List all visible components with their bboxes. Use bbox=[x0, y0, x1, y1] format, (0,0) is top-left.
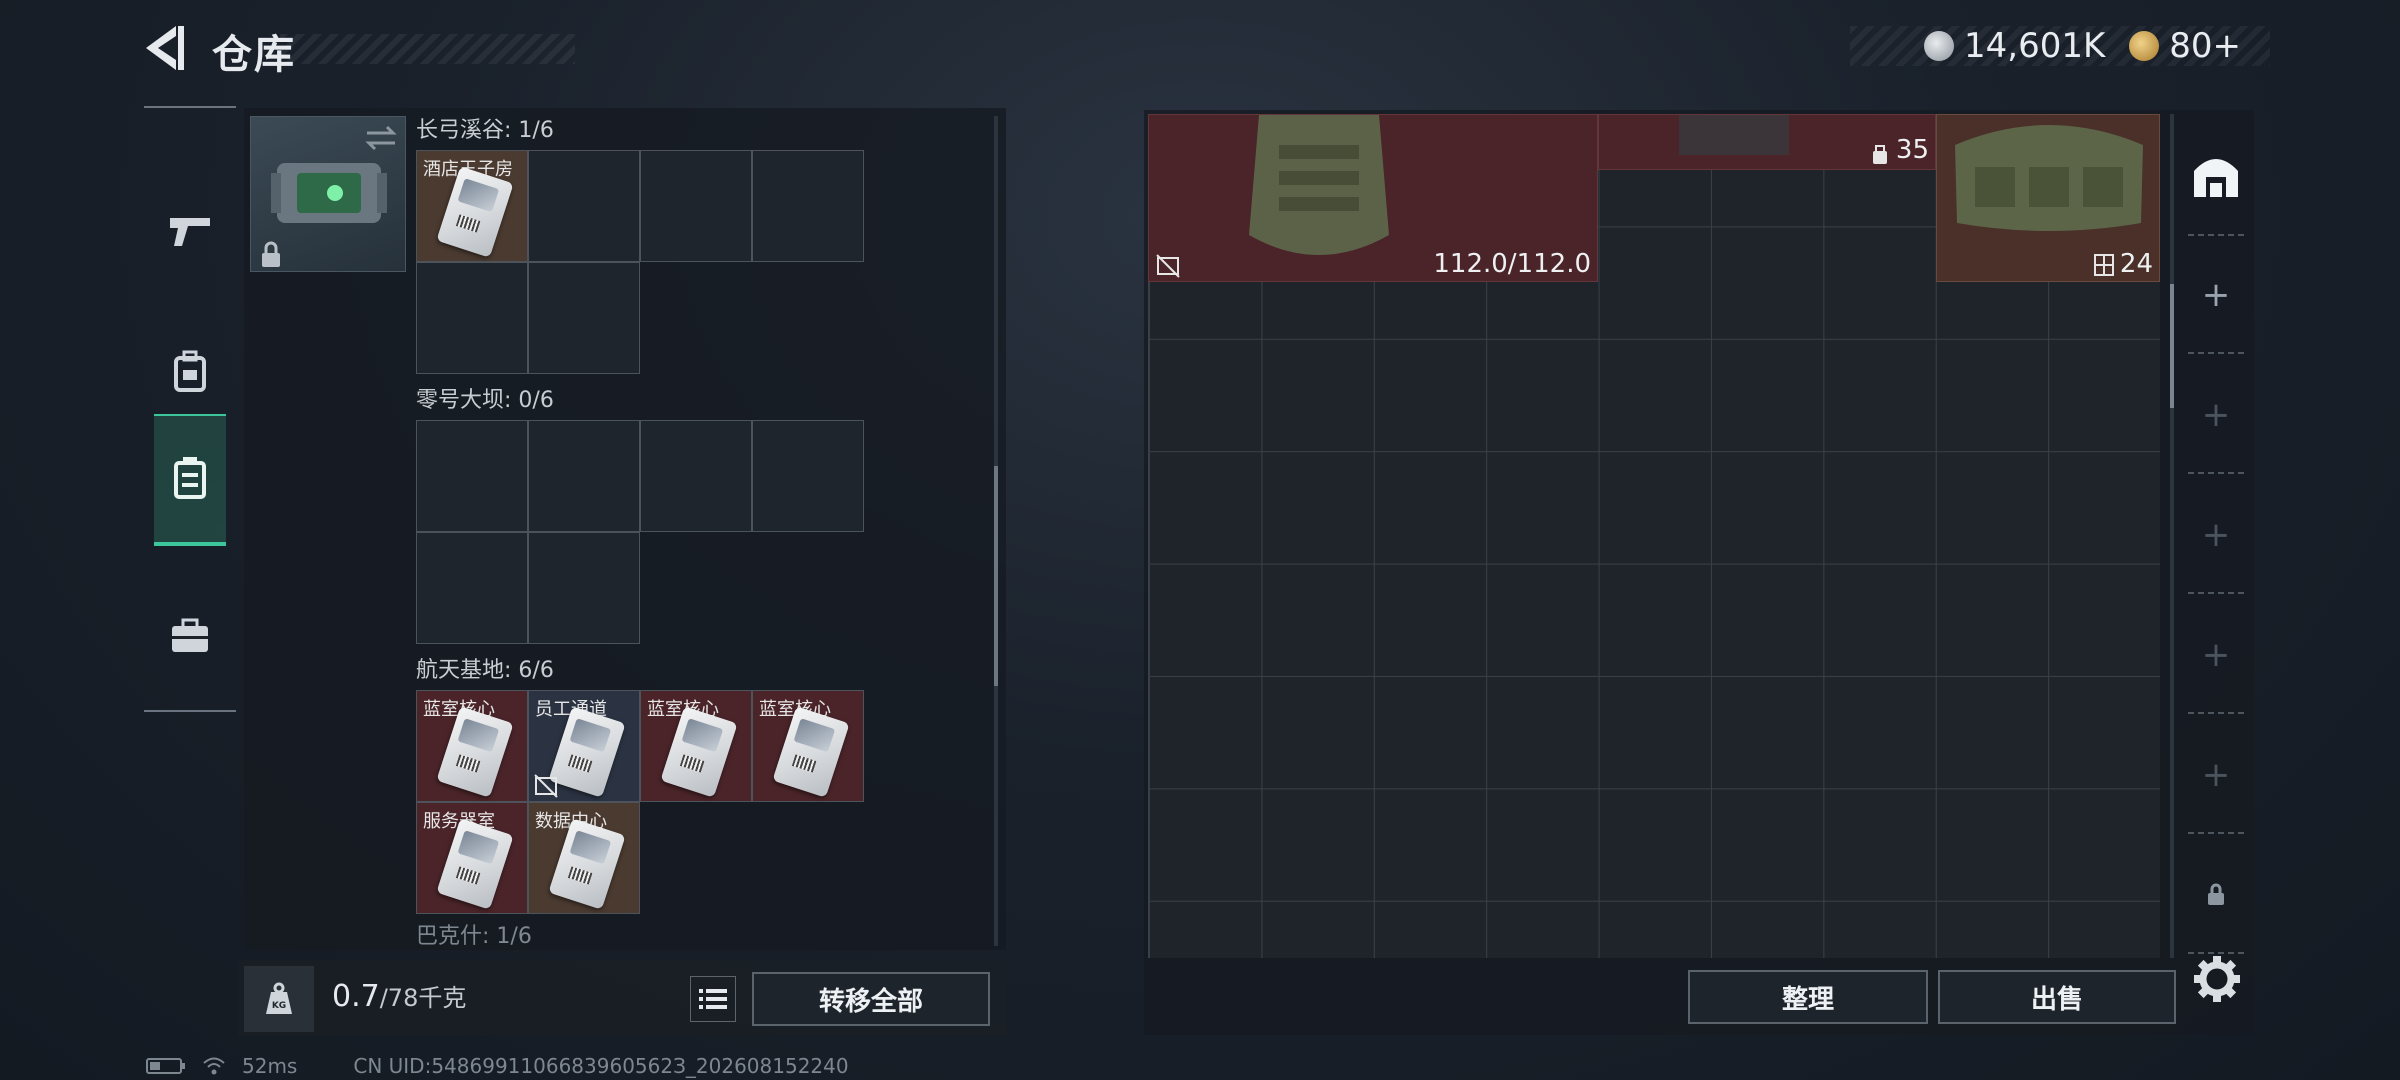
stash-item[interactable]: 35 bbox=[1598, 114, 1936, 170]
no-insure-icon bbox=[534, 774, 558, 798]
nav-item-weapons[interactable] bbox=[154, 166, 226, 298]
ping-value: 52ms bbox=[242, 1054, 298, 1078]
nav-item-containers[interactable] bbox=[154, 414, 226, 546]
duffel-bag-item[interactable]: 24 bbox=[1936, 114, 2160, 282]
container-icon bbox=[174, 457, 206, 499]
keycard-slot[interactable]: 数据中心 bbox=[528, 802, 640, 914]
stash-scrollbar-track[interactable] bbox=[2170, 114, 2174, 958]
item-count: 35 bbox=[1895, 135, 1929, 165]
warehouse-icon bbox=[2194, 159, 2238, 197]
weight-current: 0.7 bbox=[332, 979, 380, 1014]
category-nav bbox=[144, 106, 236, 712]
durability-value: 112.0/112.0 bbox=[1433, 249, 1591, 279]
empty-slot[interactable] bbox=[640, 150, 752, 262]
kg-weight-icon: KG bbox=[266, 982, 292, 1014]
backpack-icon bbox=[174, 350, 206, 392]
silver-amount: 14,601K bbox=[1964, 26, 2106, 66]
stash-scrollbar-thumb[interactable] bbox=[2170, 284, 2174, 408]
swap-icon[interactable] bbox=[363, 123, 399, 153]
silver-coin-icon bbox=[1924, 31, 1954, 61]
keycard-slot[interactable]: 蓝室核心 bbox=[416, 690, 528, 802]
pistol-icon bbox=[170, 218, 210, 246]
plus-icon: + bbox=[2201, 275, 2231, 315]
plus-icon: + bbox=[2201, 635, 2231, 675]
add-stash-tab[interactable]: + bbox=[2180, 476, 2252, 594]
add-stash-tab[interactable]: + bbox=[2180, 716, 2252, 834]
transfer-all-button[interactable]: 转移全部 bbox=[752, 972, 990, 1026]
empty-slot[interactable] bbox=[416, 532, 528, 644]
title-decoration bbox=[280, 34, 575, 64]
lock-icon bbox=[262, 241, 280, 267]
empty-slot[interactable] bbox=[416, 262, 528, 374]
group-label-changgong: 长弓溪谷: 1/6 bbox=[416, 118, 554, 143]
empty-slot[interactable] bbox=[528, 262, 640, 374]
gold-coin-icon bbox=[2129, 31, 2160, 61]
gold-amount: 80+ bbox=[2169, 26, 2242, 66]
keycard-slot[interactable]: 酒店王子房 bbox=[416, 150, 528, 262]
settings-button[interactable] bbox=[2192, 954, 2242, 1004]
weight-max: /78千克 bbox=[379, 984, 467, 1012]
weight-icon: KG bbox=[244, 966, 314, 1032]
nav-divider bbox=[144, 106, 236, 108]
armor-vest-item[interactable]: 112.0/112.0 bbox=[1148, 114, 1598, 282]
nav-divider bbox=[144, 710, 236, 712]
battery-icon bbox=[146, 1058, 185, 1074]
keycard-slot[interactable]: 服务器室 bbox=[416, 802, 528, 914]
add-stash-tab[interactable]: + bbox=[2180, 356, 2252, 474]
keycard-case-item[interactable] bbox=[250, 116, 406, 272]
gear-icon bbox=[2194, 956, 2240, 1002]
plus-icon: + bbox=[2201, 755, 2231, 795]
list-icon bbox=[699, 989, 727, 1009]
empty-slot[interactable] bbox=[640, 420, 752, 532]
locked-stash-tab[interactable] bbox=[2180, 836, 2252, 954]
keycard-slot[interactable]: 员工通道 bbox=[528, 690, 640, 802]
list-view-button[interactable] bbox=[690, 976, 736, 1022]
add-stash-tab[interactable]: + bbox=[2180, 236, 2252, 354]
stash-tab-main[interactable] bbox=[2180, 118, 2252, 236]
empty-slot[interactable] bbox=[528, 532, 640, 644]
no-insure-icon bbox=[1156, 254, 1180, 278]
empty-slot[interactable] bbox=[752, 420, 864, 532]
empty-slot[interactable] bbox=[528, 150, 640, 262]
grid-capacity-icon bbox=[2094, 254, 2114, 276]
weight-readout: 0.7/78千克 bbox=[332, 978, 466, 1014]
sort-button[interactable]: 整理 bbox=[1688, 970, 1928, 1024]
group-label-spacebase: 航天基地: 6/6 bbox=[416, 658, 554, 683]
back-button[interactable] bbox=[140, 22, 190, 74]
plus-icon: + bbox=[2201, 515, 2231, 555]
currency-display: 14,601K 80+ bbox=[1850, 26, 2270, 66]
wifi-icon bbox=[203, 1057, 225, 1075]
back-arrow-icon bbox=[146, 26, 184, 70]
status-bar: 52ms CN UID:5486991106683960562З_2026081… bbox=[146, 1054, 849, 1078]
briefcase-icon bbox=[172, 618, 208, 652]
item-image bbox=[1679, 115, 1789, 155]
empty-slot[interactable] bbox=[416, 420, 528, 532]
uid-text: CN UID:5486991106683960562З_202608152240 bbox=[353, 1054, 849, 1078]
group-label-bakesh: 巴克什: 1/6 bbox=[416, 924, 532, 949]
left-scrollbar-thumb[interactable] bbox=[994, 466, 998, 686]
capacity-icon bbox=[1873, 145, 1887, 164]
kg-label: KG bbox=[272, 1001, 286, 1011]
sell-button[interactable]: 出售 bbox=[1938, 970, 2176, 1024]
keycard-slot[interactable]: 蓝室核心 bbox=[640, 690, 752, 802]
bag-capacity: 24 bbox=[2119, 249, 2153, 279]
nav-item-cases[interactable] bbox=[154, 570, 226, 702]
empty-slot[interactable] bbox=[752, 150, 864, 262]
plus-icon: + bbox=[2201, 395, 2231, 435]
keycard-slot[interactable]: 蓝室核心 bbox=[752, 690, 864, 802]
add-stash-tab[interactable]: + bbox=[2180, 596, 2252, 714]
duffel-bag-image bbox=[1955, 125, 2143, 231]
armor-vest-image bbox=[1249, 115, 1389, 255]
group-label-dam: 零号大坝: 0/6 bbox=[416, 388, 554, 413]
lock-icon bbox=[2208, 883, 2224, 905]
empty-slot[interactable] bbox=[528, 420, 640, 532]
